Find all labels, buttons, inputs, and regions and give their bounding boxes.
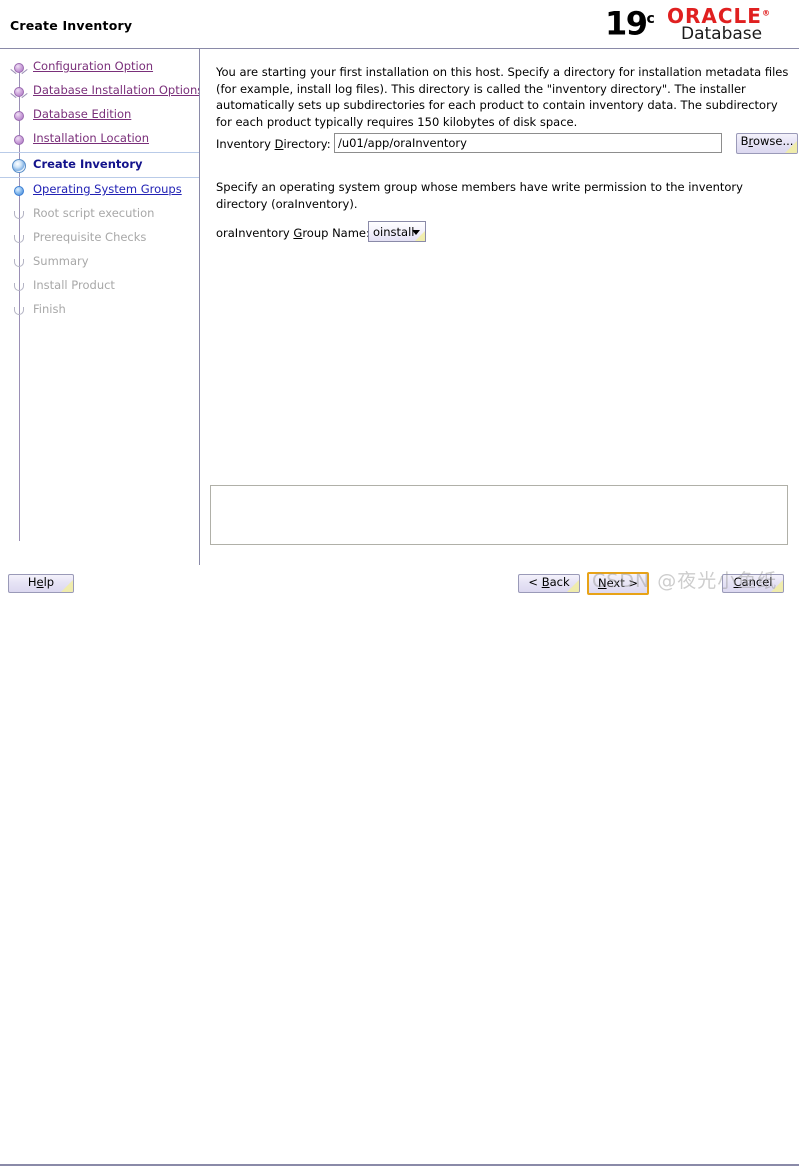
oracle-database-logo: 19c ORACLE® Database xyxy=(605,2,791,46)
install-steps-sidebar: Configuration Option Database Installati… xyxy=(0,49,200,565)
step-node-icon xyxy=(11,231,27,247)
step-node-icon xyxy=(11,158,27,174)
logo-version: 19c xyxy=(605,2,655,41)
step-sphere-icon xyxy=(14,135,24,145)
inventory-directory-input[interactable] xyxy=(334,133,722,153)
help-label-pre: H xyxy=(27,575,37,589)
logo-product-name: Database xyxy=(681,24,763,44)
sidebar-item-label: Root script execution xyxy=(33,206,155,220)
sidebar-item-finish: Finish xyxy=(0,298,199,322)
next-label-mnemonic: N xyxy=(597,576,607,590)
step-sphere-icon xyxy=(14,63,24,73)
sidebar-item-label: Operating System Groups xyxy=(33,182,182,196)
dialog-footer: Help < Back Next > Cancel xyxy=(0,565,799,1166)
step-cup-icon xyxy=(14,283,24,291)
back-label-pre: < xyxy=(528,575,542,589)
sidebar-item-prerequisite-checks: Prerequisite Checks xyxy=(0,226,199,250)
browse-button[interactable]: Browse... xyxy=(736,133,798,154)
logo-version-suffix: c xyxy=(646,11,655,27)
step-node-icon xyxy=(11,279,27,295)
step-sphere-icon xyxy=(14,111,24,121)
step-sphere-current-icon xyxy=(12,159,26,173)
sidebar-item-install-product: Install Product xyxy=(0,274,199,298)
cancel-label-post: ancel xyxy=(741,575,773,589)
sidebar-item-operating-system-groups[interactable]: Operating System Groups xyxy=(0,178,199,202)
group-description-paragraph: Specify an operating system group whose … xyxy=(216,180,743,211)
step-cup-icon xyxy=(14,259,24,267)
sidebar-item-label: Create Inventory xyxy=(33,157,143,171)
step-node-icon xyxy=(11,183,27,199)
step-cup-icon xyxy=(14,307,24,315)
step-cup-icon xyxy=(14,235,24,243)
sidebar-item-label: Configuration Option xyxy=(33,59,154,73)
label-text-pre: Inventory xyxy=(216,137,275,151)
step-node-icon xyxy=(11,60,27,76)
page-title: Create Inventory xyxy=(10,18,133,33)
step-sphere-icon xyxy=(14,87,24,97)
sidebar-item-summary: Summary xyxy=(0,250,199,274)
sidebar-item-label: Installation Location xyxy=(33,131,149,145)
next-button[interactable]: Next > xyxy=(587,572,649,595)
registered-trademark-icon: ® xyxy=(761,8,771,18)
browse-label-post: owse... xyxy=(752,134,794,148)
help-label-mnemonic: e xyxy=(36,575,44,589)
sidebar-item-label: Finish xyxy=(33,302,66,316)
help-label-post: lp xyxy=(43,575,55,589)
group-name-label: oraInventory Group Name: xyxy=(216,226,370,240)
label-text-post: roup Name: xyxy=(302,226,370,240)
inventory-directory-row: Inventory Directory: Browse... xyxy=(216,133,798,155)
main-content-panel: You are starting your first installation… xyxy=(201,49,799,565)
logo-version-number: 19 xyxy=(605,4,648,43)
label-text-post: irectory: xyxy=(283,137,331,151)
step-node-icon xyxy=(11,255,27,271)
step-node-icon xyxy=(11,303,27,319)
step-node-icon xyxy=(11,207,27,223)
back-label-mnemonic: B xyxy=(541,575,550,589)
next-label-post: ext > xyxy=(606,576,639,590)
label-mnemonic: G xyxy=(293,226,303,240)
chevron-down-icon xyxy=(412,230,420,235)
cancel-label-mnemonic: C xyxy=(733,575,742,589)
step-node-icon xyxy=(11,84,27,100)
sidebar-item-root-script-execution: Root script execution xyxy=(0,202,199,226)
intro-paragraph: You are starting your first installation… xyxy=(216,65,789,129)
window-header: Create Inventory 19c ORACLE® Database xyxy=(0,0,799,49)
sidebar-item-database-installation-options[interactable]: Database Installation Options xyxy=(0,79,199,103)
step-cup-icon xyxy=(14,211,24,219)
sidebar-item-label: Install Product xyxy=(33,278,115,292)
back-button[interactable]: < Back xyxy=(518,574,580,593)
sidebar-item-database-edition[interactable]: Database Edition xyxy=(0,103,199,127)
group-name-selected-value: oinstall xyxy=(373,225,415,239)
sidebar-item-create-inventory[interactable]: Create Inventory xyxy=(0,152,199,178)
sidebar-item-label: Prerequisite Checks xyxy=(33,230,147,244)
sidebar-item-label: Database Edition xyxy=(33,107,132,121)
sidebar-item-label: Database Installation Options xyxy=(33,83,200,97)
message-panel xyxy=(210,485,788,545)
sidebar-item-configuration-option[interactable]: Configuration Option xyxy=(0,55,199,79)
step-sphere-icon xyxy=(14,186,24,196)
sidebar-item-installation-location[interactable]: Installation Location xyxy=(0,127,199,151)
inventory-directory-label: Inventory Directory: xyxy=(216,137,331,151)
step-node-icon xyxy=(11,132,27,148)
back-label-post: ack xyxy=(549,575,570,589)
step-node-icon xyxy=(11,108,27,124)
help-button[interactable]: Help xyxy=(8,574,74,593)
group-name-select[interactable]: oinstall xyxy=(368,221,426,242)
cancel-button[interactable]: Cancel xyxy=(722,574,784,593)
label-text-pre: oraInventory xyxy=(216,226,294,240)
sidebar-item-label: Summary xyxy=(33,254,89,268)
